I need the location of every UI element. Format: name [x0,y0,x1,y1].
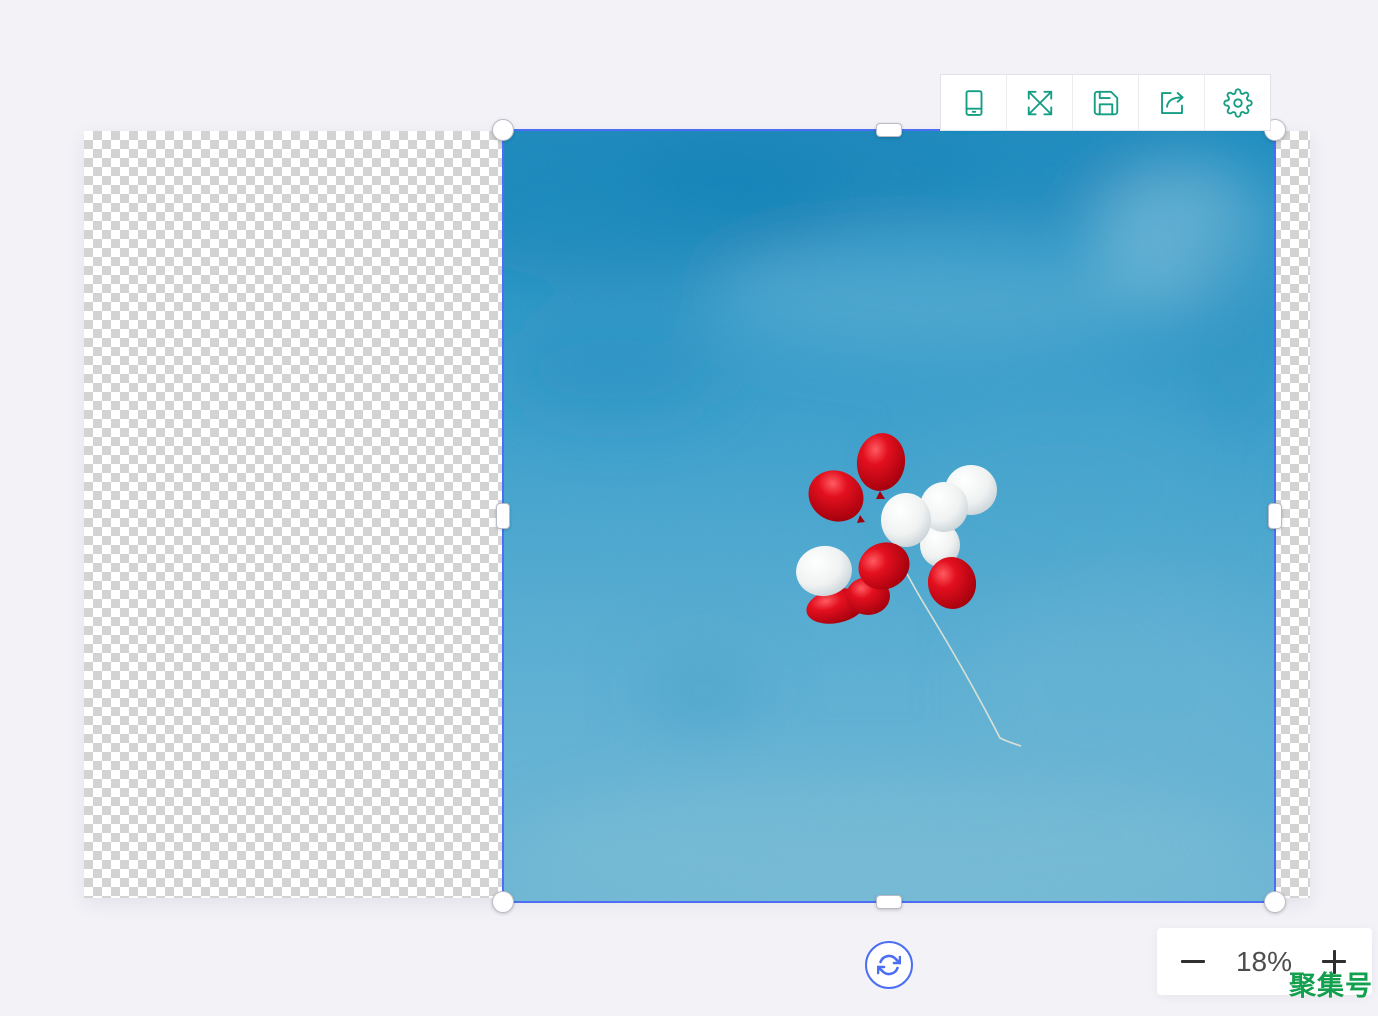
save-icon [1091,88,1121,118]
image-toolbar [940,74,1271,131]
phone-icon [959,88,989,118]
resize-handle-bottom-left[interactable] [492,891,514,913]
resize-handle-bottom[interactable] [876,895,902,909]
resize-handle-bottom-right[interactable] [1264,891,1286,913]
resize-handle-top[interactable] [876,123,902,137]
zoom-out-button[interactable] [1176,945,1210,979]
share-button[interactable] [1139,75,1205,130]
save-button[interactable] [1073,75,1139,130]
resize-handle-right[interactable] [1268,503,1282,529]
device-preview-button[interactable] [941,75,1007,130]
watermark: 聚集号 [1289,971,1373,1002]
share-icon [1157,88,1187,118]
fullscreen-icon [1025,88,1055,118]
resize-handle-left[interactable] [496,503,510,529]
fullscreen-button[interactable] [1007,75,1073,130]
settings-icon [1222,87,1253,118]
rotate-icon [877,953,901,977]
rotate-button[interactable] [865,941,913,989]
selection-frame [502,129,1276,903]
editor-workspace: 18% 聚集号 [0,0,1378,1016]
settings-button[interactable] [1205,75,1270,130]
resize-handle-top-left[interactable] [492,119,514,141]
minus-icon [1176,945,1210,979]
